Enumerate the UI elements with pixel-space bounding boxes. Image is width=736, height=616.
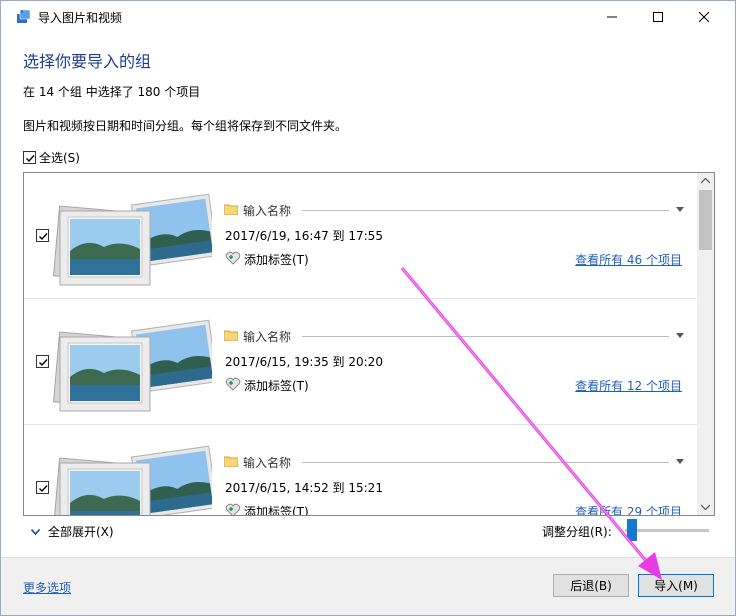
photo-stack-thumbnail — [52, 193, 212, 286]
slider-thumb[interactable] — [627, 519, 637, 541]
grouping-description: 图片和视频按日期和时间分组。每个组将保存到不同文件夹。 — [23, 119, 348, 133]
import-button[interactable]: 导入(M) — [638, 574, 714, 597]
minimize-button[interactable] — [589, 1, 635, 32]
maximize-button[interactable] — [635, 1, 681, 32]
footer-bar: 更多选项 后退(B) 导入(M) — [1, 557, 735, 615]
scrollbar-thumb[interactable] — [699, 190, 712, 250]
add-tag-link[interactable]: 添加标签(T) — [244, 251, 309, 268]
add-tag-link[interactable]: 添加标签(T) — [244, 377, 309, 394]
date-range: 2017/6/19, 16:47 到 17:55 — [225, 229, 383, 243]
select-all-checkbox[interactable]: 全选(S) — [23, 149, 80, 166]
folder-icon — [224, 456, 238, 467]
minimize-icon — [607, 16, 617, 17]
adjust-groups-label: 调整分组(R): — [542, 525, 612, 539]
name-underline — [302, 210, 669, 211]
date-range: 2017/6/15, 14:52 到 15:21 — [225, 481, 383, 495]
expand-all-label: 全部展开(X) — [48, 525, 114, 539]
tag-icon[interactable] — [225, 377, 241, 391]
dropdown-arrow-icon[interactable] — [676, 459, 684, 465]
view-all-link[interactable]: 查看所有 12 个项目 — [575, 377, 682, 394]
tag-icon[interactable] — [225, 251, 241, 265]
view-all-link[interactable]: 查看所有 29 个项目 — [575, 503, 682, 515]
group-list[interactable]: 输入名称 2017/6/19, 16:47 到 17:55 添加标签(T) 查看… — [23, 172, 715, 516]
group-checkbox[interactable] — [36, 355, 49, 368]
page-heading: 选择你要导入的组 — [23, 52, 152, 71]
expand-all-toggle[interactable]: 全部展开(X) — [31, 523, 114, 540]
group-name-input[interactable]: 输入名称 — [243, 328, 291, 345]
scroll-up-icon[interactable] — [701, 178, 710, 184]
more-options-link[interactable]: 更多选项 — [23, 579, 71, 596]
name-underline — [302, 462, 669, 463]
folder-icon — [224, 330, 238, 341]
photos-app-icon — [17, 9, 31, 23]
list-item[interactable]: 输入名称 2017/6/15, 14:52 到 15:21 添加标签(T) 查看… — [24, 425, 698, 516]
list-item[interactable]: 输入名称 2017/6/19, 16:47 到 17:55 添加标签(T) 查看… — [24, 173, 698, 299]
list-item[interactable]: 输入名称 2017/6/15, 19:35 到 20:20 添加标签(T) 查看… — [24, 299, 698, 425]
scroll-down-icon[interactable] — [701, 504, 710, 510]
view-all-link[interactable]: 查看所有 46 个项目 — [575, 251, 682, 268]
name-underline — [302, 336, 669, 337]
select-all-label: 全选(S) — [39, 151, 80, 165]
vertical-scrollbar[interactable] — [697, 173, 714, 515]
checkmark-icon — [39, 359, 48, 367]
tag-icon[interactable] — [225, 503, 241, 516]
folder-icon — [224, 204, 238, 215]
checkbox-box[interactable] — [23, 151, 36, 164]
checkmark-icon — [26, 155, 35, 163]
group-name-input[interactable]: 输入名称 — [243, 202, 291, 219]
photo-stack-thumbnail — [52, 445, 212, 515]
group-size-slider[interactable] — [625, 519, 709, 541]
photo-stack-thumbnail — [52, 319, 212, 412]
slider-track — [625, 529, 709, 532]
import-window: 导入图片和视频 选择你要导入的组 在 14 个组 中选择了 180 个项目 图片… — [0, 0, 736, 616]
chevron-down-icon — [31, 528, 40, 535]
group-name-input[interactable]: 输入名称 — [243, 454, 291, 471]
checkmark-icon — [39, 233, 48, 241]
dropdown-arrow-icon[interactable] — [676, 207, 684, 213]
title-bar: 导入图片和视频 — [1, 1, 735, 32]
group-checkbox[interactable] — [36, 229, 49, 242]
date-range: 2017/6/15, 19:35 到 20:20 — [225, 355, 383, 369]
maximize-icon — [653, 11, 663, 22]
add-tag-link[interactable]: 添加标签(T) — [244, 503, 309, 515]
close-icon — [699, 11, 709, 22]
window-title: 导入图片和视频 — [38, 11, 123, 25]
dropdown-arrow-icon[interactable] — [676, 333, 684, 339]
close-button[interactable] — [681, 1, 727, 32]
back-button[interactable]: 后退(B) — [553, 574, 629, 597]
group-checkbox[interactable] — [36, 481, 49, 494]
checkmark-icon — [39, 485, 48, 493]
selection-summary: 在 14 个组 中选择了 180 个项目 — [23, 85, 201, 99]
